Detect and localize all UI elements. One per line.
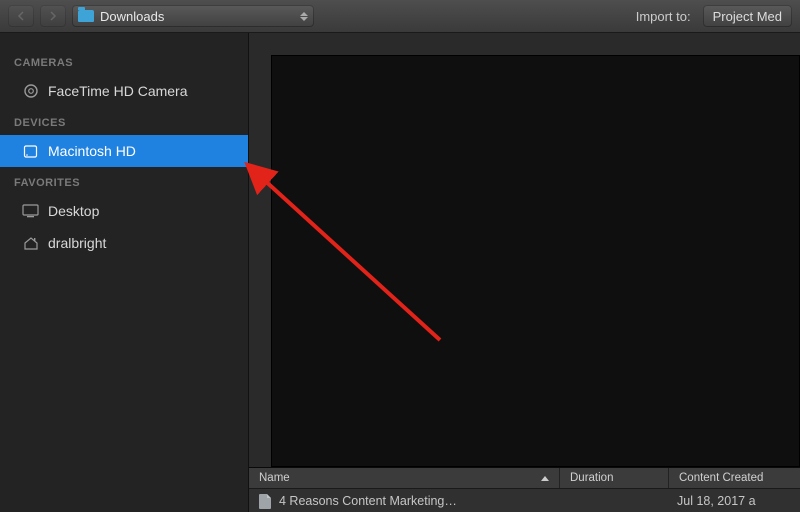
sidebar-item-macintosh-hd[interactable]: Macintosh HD: [0, 135, 248, 167]
back-button[interactable]: [8, 5, 34, 27]
column-header-duration[interactable]: Duration: [560, 468, 669, 488]
sidebar-item-label: dralbright: [48, 235, 106, 251]
column-header-content-created[interactable]: Content Created: [669, 468, 800, 488]
folder-icon: [78, 10, 94, 22]
location-label: Downloads: [100, 9, 164, 24]
sidebar: CAMERAS FaceTime HD Camera DEVICES Macin…: [0, 33, 249, 512]
cell-name: 4 Reasons Content Marketing…: [249, 494, 559, 509]
sidebar-item-home[interactable]: dralbright: [0, 227, 248, 259]
preview-area: [271, 55, 800, 467]
sidebar-item-label: FaceTime HD Camera: [48, 83, 188, 99]
sidebar-item-label: Macintosh HD: [48, 143, 136, 159]
import-target-label: Project Med: [713, 9, 782, 24]
list-header: Name Duration Content Created: [249, 468, 800, 489]
sidebar-header-devices: DEVICES: [0, 107, 248, 135]
toolbar: Downloads Import to: Project Med: [0, 0, 800, 33]
sort-ascending-icon: [541, 476, 549, 481]
import-target-dropdown[interactable]: Project Med: [703, 5, 792, 27]
stepper-icon: [300, 12, 308, 21]
column-header-name[interactable]: Name: [249, 468, 560, 488]
table-row[interactable]: 4 Reasons Content Marketing… Jul 18, 201…: [249, 489, 800, 512]
file-list: Name Duration Content Created 4 Reasons …: [249, 467, 800, 512]
sidebar-header-favorites: FAVORITES: [0, 167, 248, 195]
desktop-icon: [22, 204, 39, 219]
sidebar-item-facetime-camera[interactable]: FaceTime HD Camera: [0, 75, 248, 107]
disk-icon: [22, 144, 39, 159]
cell-created: Jul 18, 2017 a: [667, 494, 800, 508]
home-icon: [22, 236, 39, 251]
sidebar-item-label: Desktop: [48, 203, 99, 219]
forward-button[interactable]: [40, 5, 66, 27]
document-icon: [259, 494, 271, 509]
sidebar-header-cameras: CAMERAS: [0, 47, 248, 75]
sidebar-item-desktop[interactable]: Desktop: [0, 195, 248, 227]
main-panel: Name Duration Content Created 4 Reasons …: [249, 33, 800, 512]
import-to-label: Import to:: [636, 9, 691, 24]
location-dropdown[interactable]: Downloads: [72, 5, 314, 27]
camera-icon: [22, 84, 39, 99]
